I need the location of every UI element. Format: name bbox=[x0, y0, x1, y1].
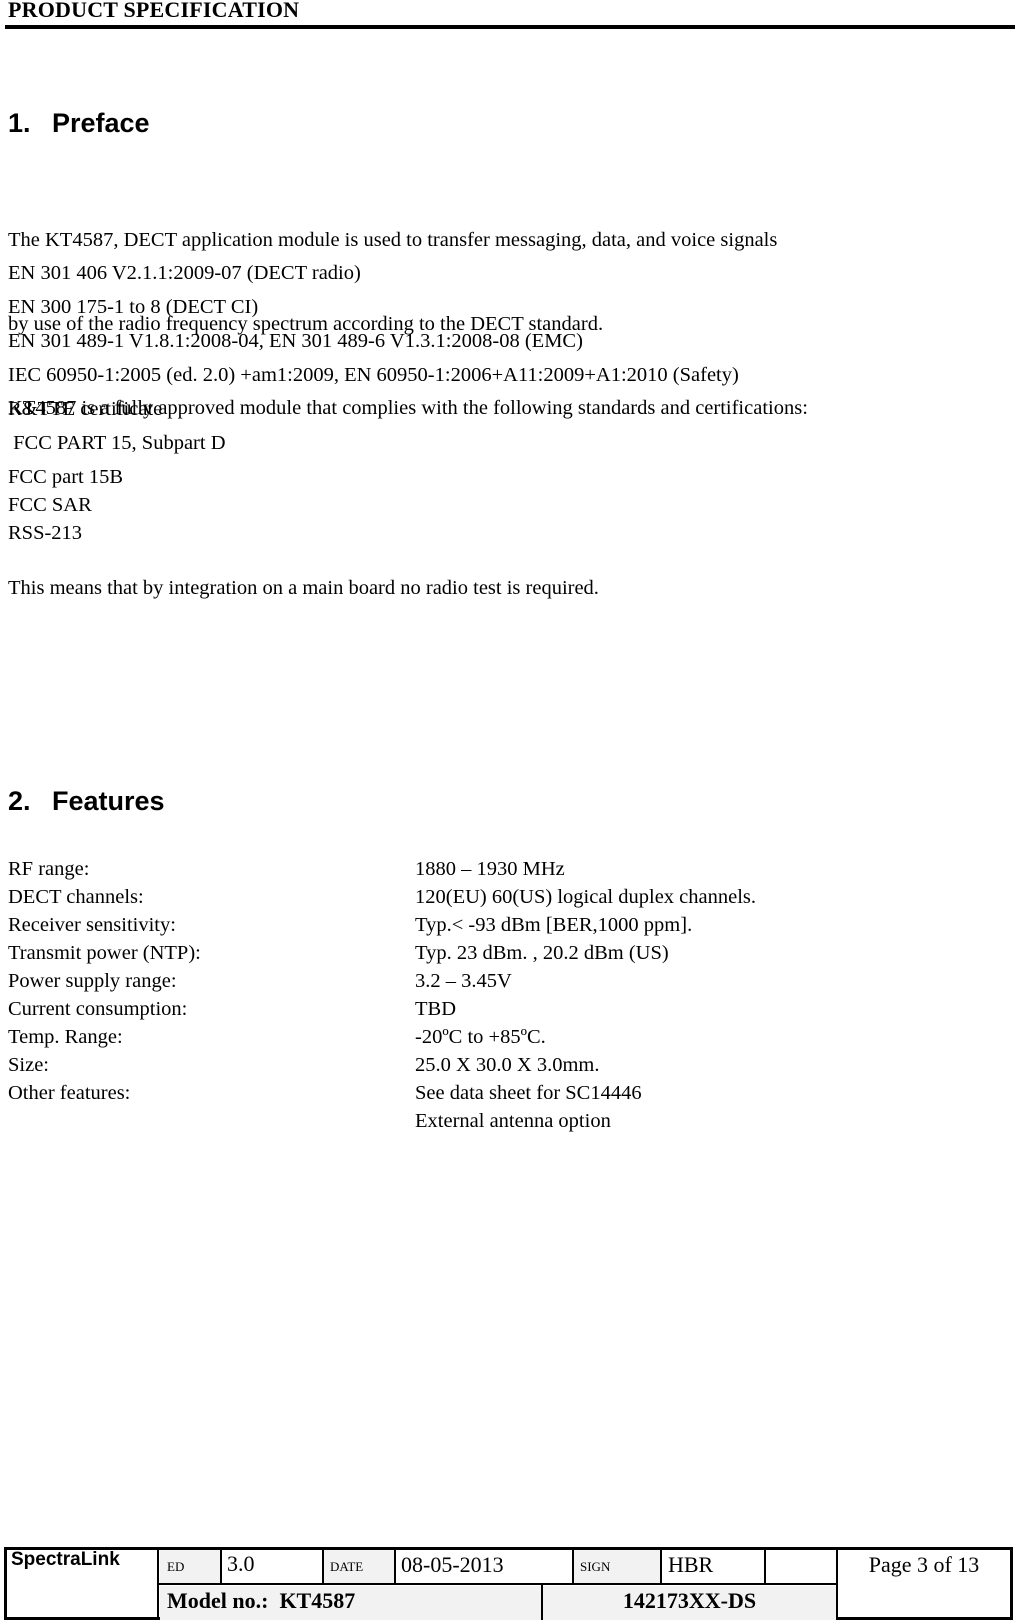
standard-item: EN 301 406 V2.1.1:2009-07 (DECT radio) bbox=[8, 262, 361, 284]
feature-value: -20ºC to +85ºC. bbox=[415, 1026, 546, 1048]
standard-item: FCC SAR bbox=[8, 494, 92, 516]
feature-value: TBD bbox=[415, 998, 456, 1020]
ed-value: 3.0 bbox=[227, 1551, 255, 1576]
section-title: Features bbox=[52, 786, 165, 816]
feature-value: 1880 – 1930 MHz bbox=[415, 858, 565, 880]
page-header-title: PRODUCT SPECIFICATION bbox=[8, 0, 300, 22]
footer-table: SpectraLink ED 3.0 DATE 08-05-2013 SIGN … bbox=[4, 1547, 1013, 1620]
ed-label: ED bbox=[167, 1559, 185, 1574]
standard-item: FCC part 15B bbox=[8, 466, 124, 488]
feature-label: Receiver sensitivity: bbox=[8, 914, 176, 936]
section-heading-preface: 1. Preface bbox=[8, 108, 150, 139]
feature-row: DECT channels: 120(EU) 60(US) logical dup… bbox=[8, 886, 908, 914]
feature-label: Other features: bbox=[8, 1082, 131, 1104]
standard-item: FCC PART 15, Subpart D bbox=[8, 432, 226, 454]
feature-row: External antenna option bbox=[8, 1110, 908, 1138]
feature-row: Power supply range: 3.2 – 3.45V bbox=[8, 970, 908, 998]
feature-row: Size: 25.0 X 30.0 X 3.0mm. bbox=[8, 1054, 908, 1082]
feature-value: 3.2 – 3.45V bbox=[415, 970, 512, 992]
preface-conclusion: This means that by integration on a main… bbox=[8, 577, 599, 599]
divider bbox=[220, 1550, 222, 1584]
feature-row: RF range: 1880 – 1930 MHz bbox=[8, 858, 908, 886]
standard-item: RSS-213 bbox=[8, 522, 83, 544]
feature-label: RF range: bbox=[8, 858, 90, 880]
feature-value: Typ.< -93 dBm [BER,1000 ppm]. bbox=[415, 914, 693, 936]
standard-item: R&TTE certificate bbox=[8, 398, 163, 420]
feature-value: 25.0 X 30.0 X 3.0mm. bbox=[415, 1054, 600, 1076]
feature-value: Typ. 23 dBm. , 20.2 dBm (US) bbox=[415, 942, 669, 964]
intro-line: The KT4587, DECT application module is u… bbox=[8, 229, 778, 251]
divider bbox=[157, 1583, 838, 1585]
feature-row: Temp. Range: -20ºC to +85ºC. bbox=[8, 1026, 908, 1054]
section-number: 1. bbox=[8, 108, 31, 138]
feature-value: 120(EU) 60(US) logical duplex channels. bbox=[415, 886, 757, 908]
feature-label: Temp. Range: bbox=[8, 1026, 123, 1048]
feature-row: Receiver sensitivity: Typ.< -93 dBm [BER,… bbox=[8, 914, 908, 942]
standard-item: EN 301 489-1 V1.8.1:2008-04, EN 301 489-… bbox=[8, 330, 583, 352]
feature-value: External antenna option bbox=[415, 1110, 611, 1132]
feature-row: Other features: See data sheet for SC1444… bbox=[8, 1082, 908, 1110]
sign-value: HBR bbox=[668, 1552, 714, 1577]
feature-row: Current consumption: TBD bbox=[8, 998, 908, 1026]
section-heading-features: 2. Features bbox=[8, 786, 165, 817]
date-value: 08-05-2013 bbox=[401, 1552, 504, 1577]
divider bbox=[322, 1550, 324, 1584]
date-label: DATE bbox=[330, 1559, 364, 1574]
divider bbox=[660, 1550, 662, 1584]
standard-item: EN 300 175-1 to 8 (DECT CI) bbox=[8, 296, 259, 318]
divider bbox=[764, 1550, 766, 1584]
section-title: Preface bbox=[52, 108, 150, 138]
model-number: Model no.: KT4587 bbox=[167, 1588, 356, 1613]
company-name: SpectraLink bbox=[11, 1549, 120, 1570]
feature-label: Size: bbox=[8, 1054, 49, 1076]
divider bbox=[394, 1550, 396, 1584]
document-number: 142173XX-DS bbox=[622, 1588, 757, 1613]
feature-row: Transmit power (NTP): Typ. 23 dBm. , 20.2… bbox=[8, 942, 908, 970]
header-rule bbox=[5, 25, 1015, 29]
feature-value: See data sheet for SC14446 bbox=[415, 1082, 642, 1104]
feature-label: Power supply range: bbox=[8, 970, 177, 992]
feature-label: DECT channels: bbox=[8, 886, 144, 908]
feature-label: Transmit power (NTP): bbox=[8, 942, 201, 964]
feature-label: Current consumption: bbox=[8, 998, 188, 1020]
page-number: Page 3 of 13 bbox=[868, 1552, 980, 1577]
divider bbox=[572, 1550, 574, 1584]
divider bbox=[157, 1550, 159, 1620]
sign-label: SIGN bbox=[580, 1559, 611, 1574]
section-number: 2. bbox=[8, 786, 31, 816]
standard-item: IEC 60950-1:2005 (ed. 2.0) +am1:2009, EN… bbox=[8, 364, 739, 386]
